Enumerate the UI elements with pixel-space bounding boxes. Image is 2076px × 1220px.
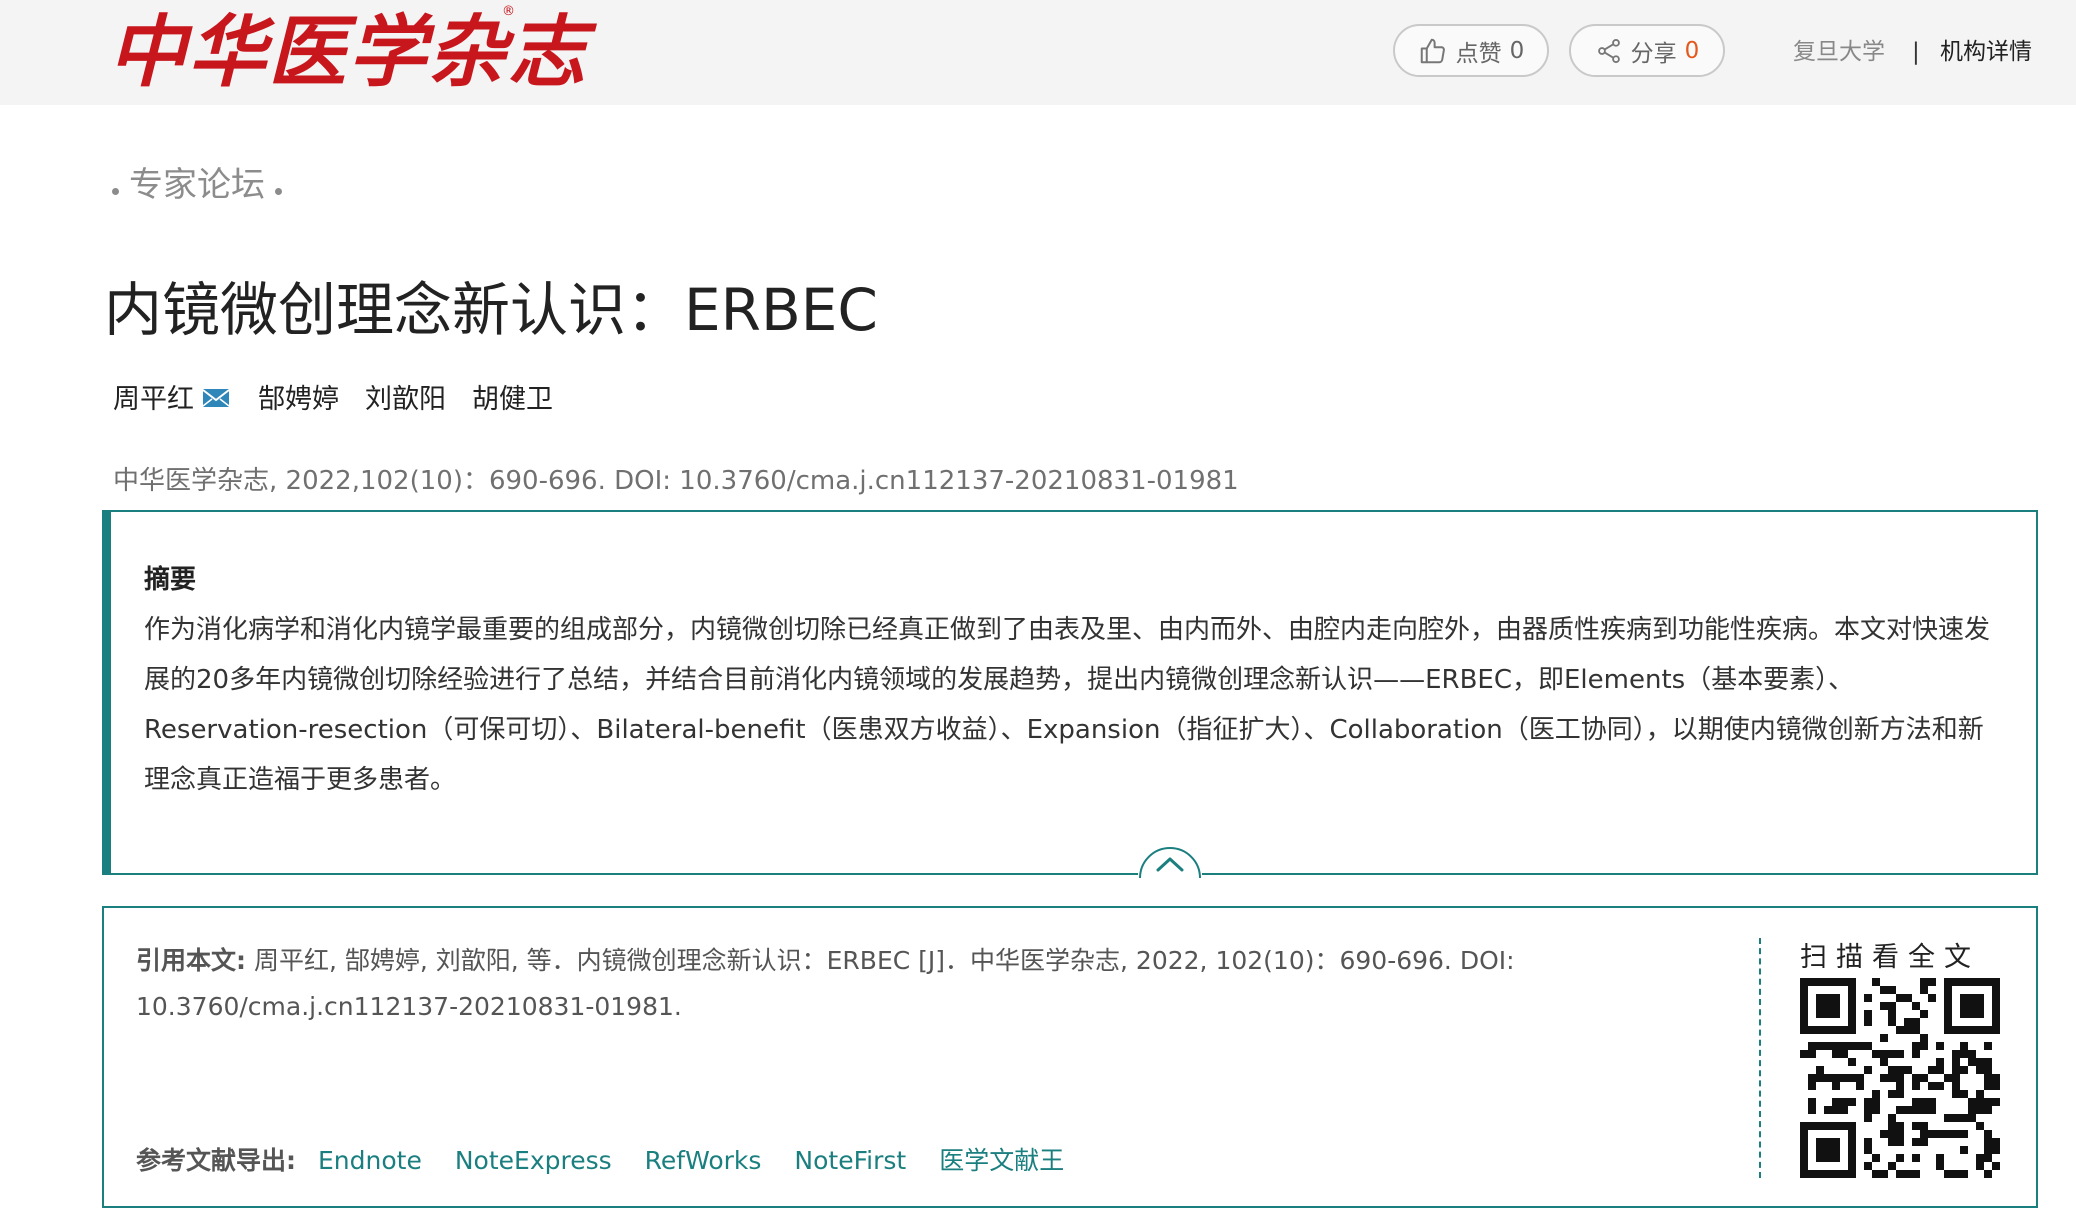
- export-link-yixuewenxianwang[interactable]: 医学文献王: [939, 1141, 1064, 1181]
- cite-label: 引用本文:: [136, 946, 246, 975]
- author-name[interactable]: 刘歆阳: [365, 380, 446, 420]
- chevron-up-icon: [1139, 847, 1201, 879]
- abstract-heading: 摘要: [144, 565, 197, 595]
- abstract-box: 摘要 作为消化病学和消化内镜学最重要的组成部分，内镜微创切除已经真正做到了由表及…: [102, 510, 2038, 880]
- header-separator: |: [1912, 39, 1920, 65]
- author-list: 周平红 郜娉婷 刘歆阳 胡健卫: [113, 380, 579, 420]
- qr-label: 扫描看全文: [1800, 942, 1980, 973]
- cite-box: 引用本文: 周平红, 郜娉婷, 刘歆阳, 等．内镜微创理念新认识：ERBEC […: [102, 906, 2038, 1208]
- export-link-notefirst[interactable]: NoteFirst: [794, 1141, 906, 1181]
- export-link-endnote[interactable]: Endnote: [318, 1141, 422, 1181]
- column-label: 专家论坛: [102, 162, 292, 208]
- institution-detail-link[interactable]: 机构详情: [1940, 36, 2032, 68]
- collapse-abstract-button[interactable]: [1138, 842, 1202, 880]
- share-label: 分享: [1630, 40, 1677, 67]
- top-header: 中华医学杂志 ® 点赞 0 分享 0 复旦大学 | 机构详情: [0, 0, 2076, 105]
- like-label: 点赞: [1455, 40, 1502, 67]
- like-button[interactable]: 点赞 0: [1393, 24, 1549, 77]
- author-name[interactable]: 郜娉婷: [258, 380, 339, 420]
- export-label: 参考文献导出:: [136, 1146, 296, 1175]
- journal-citation: 中华医学杂志, 2022,102(10)：690-696. DOI: 10.37…: [113, 466, 1239, 496]
- like-count: 0: [1509, 37, 1525, 64]
- article-title: 内镜微创理念新认识：ERBEC: [104, 276, 878, 344]
- thumbs-up-icon: [1420, 38, 1445, 63]
- cite-text: 周平红, 郜娉婷, 刘歆阳, 等．内镜微创理念新认识：ERBEC [J]．中华医…: [136, 946, 1515, 1021]
- share-count: 0: [1684, 37, 1700, 64]
- cite-text-block: 引用本文: 周平红, 郜娉婷, 刘歆阳, 等．内镜微创理念新认识：ERBEC […: [136, 938, 1666, 1030]
- qr-code[interactable]: [1800, 978, 2000, 1178]
- abstract-text: 作为消化病学和消化内镜学最重要的组成部分，内镜微创切除已经真正做到了由表及里、由…: [144, 615, 1991, 795]
- export-link-noteexpress[interactable]: NoteExpress: [455, 1141, 612, 1181]
- reference-export: 参考文献导出: Endnote NoteExpress RefWorks Not…: [136, 1141, 1097, 1181]
- bullet-dot: [275, 187, 282, 195]
- qr-divider: [1759, 938, 1761, 1178]
- journal-logo[interactable]: 中华医学杂志: [108, 8, 588, 98]
- author-name[interactable]: 胡健卫: [472, 380, 553, 420]
- column-name: 专家论坛: [129, 165, 265, 205]
- registered-mark: ®: [502, 4, 515, 19]
- share-icon: [1597, 38, 1620, 63]
- share-button[interactable]: 分享 0: [1569, 24, 1725, 77]
- institution-name: 复旦大学: [1793, 39, 1885, 65]
- author-name[interactable]: 周平红: [113, 380, 194, 420]
- email-icon[interactable]: [202, 380, 230, 420]
- export-link-refworks[interactable]: RefWorks: [645, 1141, 762, 1181]
- bullet-dot: [112, 187, 119, 195]
